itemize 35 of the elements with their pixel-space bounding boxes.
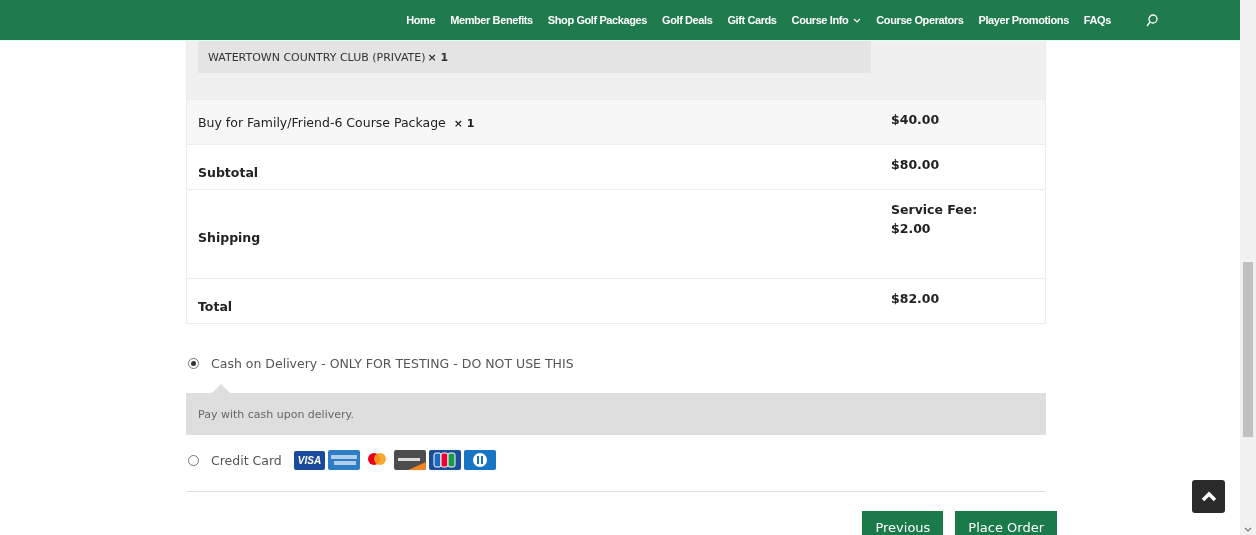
product-price: $40.00 <box>890 111 941 129</box>
card-logo-icon <box>464 450 497 470</box>
card-logo-icon <box>394 450 427 470</box>
scrollbar[interactable] <box>1240 0 1256 535</box>
card-logo-icon <box>328 450 361 470</box>
nav-link[interactable]: Member Benefits <box>450 14 533 26</box>
nav-link[interactable]: Player Promotions <box>978 14 1069 26</box>
card-logo: VISA <box>293 450 326 470</box>
course-name: WATERTOWN COUNTRY CLUB (PRIVATE) × 1 <box>198 41 871 73</box>
scroll-down-icon[interactable] <box>1244 527 1252 533</box>
total-value: $82.00 <box>890 290 941 308</box>
total-label: Shipping <box>198 229 261 245</box>
payment-method-label[interactable]: Cash on Delivery - ONLY FOR TESTING - DO NOT USE THIS <box>211 355 574 371</box>
search-icon[interactable] <box>1146 13 1158 27</box>
nav-link[interactable]: Golf Deals <box>662 14 713 26</box>
payment-method-label[interactable]: Credit Card <box>211 452 282 468</box>
payment-description: Pay with cash upon delivery. <box>186 384 1046 435</box>
scroll-to-top-button[interactable] <box>1192 480 1225 513</box>
chevron-up-icon <box>1200 491 1217 502</box>
nav-link[interactable]: Course Operators <box>876 14 964 26</box>
chevron-down-icon <box>853 17 862 23</box>
nav-link[interactable]: Shop Golf Packages <box>547 14 647 26</box>
place-order-button[interactable]: Place Order <box>955 511 1057 535</box>
nav-dropdown[interactable]: Course Info <box>791 14 862 26</box>
nav-link[interactable]: FAQs <box>1083 14 1111 26</box>
nav-link[interactable]: Home <box>406 14 436 26</box>
total-value: Service Fee: $2.00 <box>890 201 979 238</box>
product-name: Buy for Family/Friend-6 Course Package × 1 <box>198 114 475 130</box>
total-label: Total <box>198 298 233 314</box>
card-logo-icon <box>429 450 462 470</box>
nav-link[interactable]: Gift Cards <box>727 14 777 26</box>
scrollbar-thumb[interactable] <box>1243 262 1253 437</box>
previous-button[interactable]: Previous <box>862 511 944 535</box>
total-label: Subtotal <box>198 164 259 180</box>
total-value: $80.00 <box>890 156 941 174</box>
